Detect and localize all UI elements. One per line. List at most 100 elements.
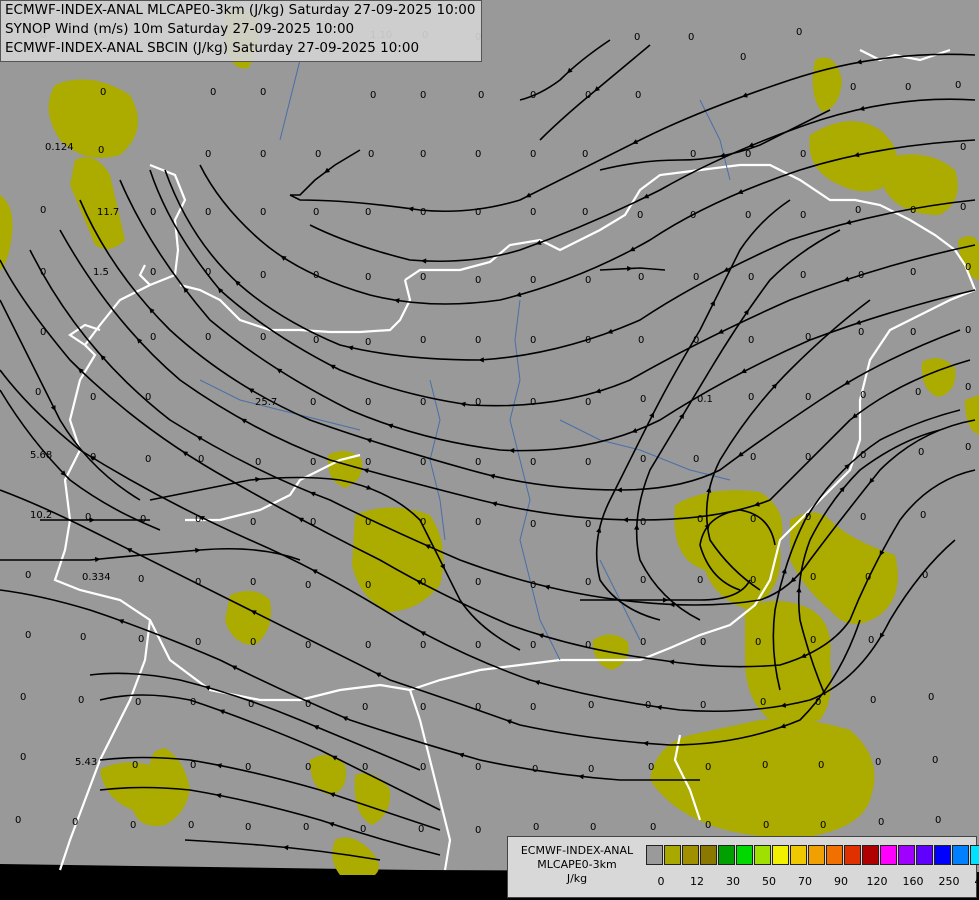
color-legend: ECMWF-INDEX-ANAL MLCAPE0-3km J/kg 0 12 30 5… bbox=[507, 836, 979, 898]
sbcin-value: 0 bbox=[915, 387, 921, 398]
sbcin-value: 11.7 bbox=[97, 207, 119, 218]
sbcin-value: 0 bbox=[640, 575, 646, 586]
sbcin-value: 0 bbox=[750, 452, 756, 463]
sbcin-value: 0 bbox=[420, 90, 426, 101]
legend-swatch bbox=[664, 845, 681, 865]
sbcin-value: 0 bbox=[705, 762, 711, 773]
title-line-wind: SYNOP Wind (m/s) 10m Saturday 27-09-2025… bbox=[5, 21, 355, 37]
sbcin-value: 0 bbox=[690, 149, 696, 160]
sbcin-value: 0 bbox=[697, 514, 703, 525]
sbcin-value: 0 bbox=[905, 82, 911, 93]
sbcin-value: 0 bbox=[745, 210, 751, 221]
sbcin-value: 0 bbox=[310, 397, 316, 408]
sbcin-value: 0 bbox=[418, 824, 424, 835]
sbcin-value: 0 bbox=[150, 267, 156, 278]
sbcin-value: 0 bbox=[820, 820, 826, 831]
legend-swatch bbox=[736, 845, 753, 865]
sbcin-value: 0 bbox=[420, 397, 426, 408]
legend-swatch bbox=[898, 845, 915, 865]
sbcin-value: 0 bbox=[763, 820, 769, 831]
sbcin-value: 0 bbox=[40, 327, 46, 338]
sbcin-value: 0 bbox=[313, 335, 319, 346]
sbcin-value: 0 bbox=[250, 577, 256, 588]
sbcin-value: 0 bbox=[248, 699, 254, 710]
sbcin-value: 0 bbox=[260, 207, 266, 218]
sbcin-value: 0 bbox=[190, 697, 196, 708]
sbcin-value: 0 bbox=[365, 207, 371, 218]
sbcin-value: 0 bbox=[922, 570, 928, 581]
sbcin-value: 0 bbox=[420, 762, 426, 773]
sbcin-value: 0 bbox=[748, 272, 754, 283]
sbcin-value: 0 bbox=[855, 205, 861, 216]
legend-swatch bbox=[916, 845, 933, 865]
sbcin-value: 0 bbox=[750, 514, 756, 525]
sbcin-value: 0 bbox=[205, 149, 211, 160]
legend-tick-label: 12 bbox=[690, 875, 704, 888]
sbcin-value: 0 bbox=[475, 275, 481, 286]
sbcin-value: 0 bbox=[15, 815, 21, 826]
sbcin-value: 0 bbox=[858, 327, 864, 338]
sbcin-value: 0 bbox=[360, 824, 366, 835]
sbcin-value: 0 bbox=[805, 512, 811, 523]
legend-swatch bbox=[970, 845, 979, 865]
sbcin-value: 1.5 bbox=[93, 267, 109, 278]
sbcin-value: 0 bbox=[475, 207, 481, 218]
sbcin-value: 0 bbox=[190, 760, 196, 771]
sbcin-value: 0 bbox=[198, 454, 204, 465]
legend-tick-label: 160 bbox=[902, 875, 924, 888]
sbcin-value: 0 bbox=[40, 267, 46, 278]
sbcin-value: 0 bbox=[860, 512, 866, 523]
sbcin-value: 0 bbox=[365, 640, 371, 651]
sbcin-value: 0 bbox=[365, 397, 371, 408]
sbcin-value: 0 bbox=[530, 275, 536, 286]
sbcin-value: 0 bbox=[858, 270, 864, 281]
sbcin-value: 0 bbox=[965, 382, 971, 393]
sbcin-value: 0 bbox=[530, 580, 536, 591]
sbcin-value: 0 bbox=[130, 820, 136, 831]
sbcin-value: 0 bbox=[475, 577, 481, 588]
sbcin-value: 0 bbox=[85, 512, 91, 523]
sbcin-value: 0 bbox=[365, 517, 371, 528]
sbcin-value: 0 bbox=[700, 637, 706, 648]
sbcin-value: 0 bbox=[745, 149, 751, 160]
sbcin-value: 0 bbox=[693, 335, 699, 346]
sbcin-value: 5.68 bbox=[30, 450, 52, 461]
legend-tick-label: 400 bbox=[974, 875, 979, 888]
sbcin-value: 0 bbox=[748, 392, 754, 403]
legend-swatch bbox=[772, 845, 789, 865]
legend-swatch bbox=[646, 845, 663, 865]
sbcin-value: 0 bbox=[635, 90, 641, 101]
legend-swatch bbox=[718, 845, 735, 865]
sbcin-value: 0 bbox=[420, 335, 426, 346]
sbcin-value: 0 bbox=[365, 272, 371, 283]
sbcin-value: 0 bbox=[690, 210, 696, 221]
sbcin-value: 0 bbox=[805, 332, 811, 343]
sbcin-value: 0 bbox=[250, 637, 256, 648]
sbcin-value: 0 bbox=[588, 700, 594, 711]
sbcin-value: 0 bbox=[475, 640, 481, 651]
sbcin-value: 0 bbox=[760, 697, 766, 708]
sbcin-value: 0 bbox=[365, 580, 371, 591]
legend-swatch bbox=[700, 845, 717, 865]
sbcin-value: 0 bbox=[697, 575, 703, 586]
legend-swatch bbox=[790, 845, 807, 865]
sbcin-value: 0 bbox=[305, 762, 311, 773]
sbcin-value: 0 bbox=[796, 27, 802, 38]
legend-tick-label: 70 bbox=[798, 875, 812, 888]
sbcin-value: 0 bbox=[648, 762, 654, 773]
legend-swatch bbox=[880, 845, 897, 865]
sbcin-value: 0 bbox=[530, 702, 536, 713]
sbcin-value: 0 bbox=[910, 205, 916, 216]
sbcin-value: 0 bbox=[533, 822, 539, 833]
sbcin-value: 0 bbox=[135, 697, 141, 708]
sbcin-value: 0 bbox=[920, 510, 926, 521]
sbcin-value: 0 bbox=[138, 574, 144, 585]
sbcin-value: 0 bbox=[755, 637, 761, 648]
sbcin-value: 0 bbox=[585, 457, 591, 468]
sbcin-value: 0 bbox=[25, 630, 31, 641]
sbcin-value: 0 bbox=[810, 635, 816, 646]
legend-swatch bbox=[952, 845, 969, 865]
sbcin-value: 0 bbox=[245, 762, 251, 773]
sbcin-value: 0 bbox=[90, 452, 96, 463]
legend-line-2: MLCAPE0-3km bbox=[537, 858, 617, 871]
